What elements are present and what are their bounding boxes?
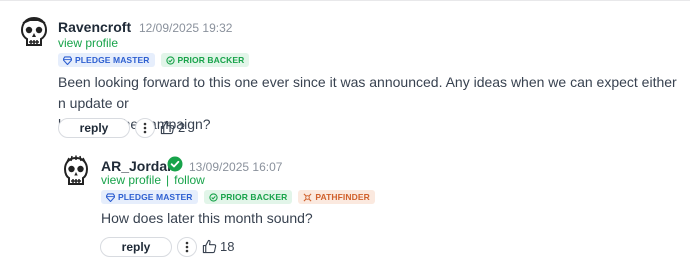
badge-pledge-master: PLEDGE MASTER bbox=[101, 190, 198, 204]
diamond-icon bbox=[63, 55, 72, 65]
comment-body: How does later this month sound? bbox=[101, 210, 313, 226]
thumbs-up-icon bbox=[202, 239, 217, 254]
badge-label: PRIOR BACKER bbox=[177, 55, 245, 65]
profile-links: view profile | follow bbox=[101, 173, 205, 187]
check-badge-icon bbox=[167, 156, 183, 172]
author-name[interactable]: Ravencroft bbox=[58, 19, 131, 35]
view-profile-link[interactable]: view profile bbox=[101, 173, 161, 187]
reply-button[interactable]: reply bbox=[58, 118, 130, 138]
more-vertical-icon bbox=[143, 122, 147, 134]
refresh-check-icon bbox=[208, 192, 218, 202]
view-profile-link[interactable]: view profile bbox=[58, 36, 118, 50]
reply-button[interactable]: reply bbox=[100, 237, 172, 257]
divider bbox=[0, 0, 690, 1]
compass-icon bbox=[303, 193, 312, 201]
author-name[interactable]: AR_Jordan bbox=[101, 158, 176, 174]
link-separator: | bbox=[166, 173, 170, 187]
diamond-icon bbox=[106, 192, 115, 202]
follow-link[interactable]: follow bbox=[174, 173, 205, 187]
skull-icon[interactable] bbox=[18, 15, 50, 51]
badge-list: PLEDGE MASTER PRIOR BACKER bbox=[58, 53, 250, 67]
badge-prior-backer: PRIOR BACKER bbox=[160, 53, 250, 67]
badge-label: PLEDGE MASTER bbox=[118, 192, 193, 202]
badge-list: PLEDGE MASTER PRIOR BACKER PATHFINDER bbox=[101, 190, 375, 204]
comment-body-line: Been looking forward to this one ever si… bbox=[58, 74, 677, 111]
timestamp: 12/09/2025 19:32 bbox=[139, 21, 233, 35]
skull-icon[interactable] bbox=[60, 155, 92, 191]
refresh-check-icon bbox=[165, 55, 175, 65]
badge-label: PRIOR BACKER bbox=[220, 192, 288, 202]
more-options-button[interactable] bbox=[135, 118, 155, 138]
like-button[interactable]: 2 bbox=[160, 120, 185, 135]
timestamp: 13/09/2025 16:07 bbox=[189, 160, 283, 174]
like-count: 18 bbox=[220, 239, 235, 254]
more-options-button[interactable] bbox=[177, 237, 197, 257]
badge-pledge-master: PLEDGE MASTER bbox=[58, 53, 155, 67]
badge-label: PLEDGE MASTER bbox=[75, 55, 150, 65]
badge-pathfinder: PATHFINDER bbox=[298, 190, 375, 204]
badge-label: PATHFINDER bbox=[315, 192, 370, 202]
like-button[interactable]: 18 bbox=[202, 239, 234, 254]
like-count: 2 bbox=[178, 120, 186, 135]
more-vertical-icon bbox=[185, 241, 189, 253]
thumbs-up-icon bbox=[160, 120, 175, 135]
badge-prior-backer: PRIOR BACKER bbox=[203, 190, 293, 204]
